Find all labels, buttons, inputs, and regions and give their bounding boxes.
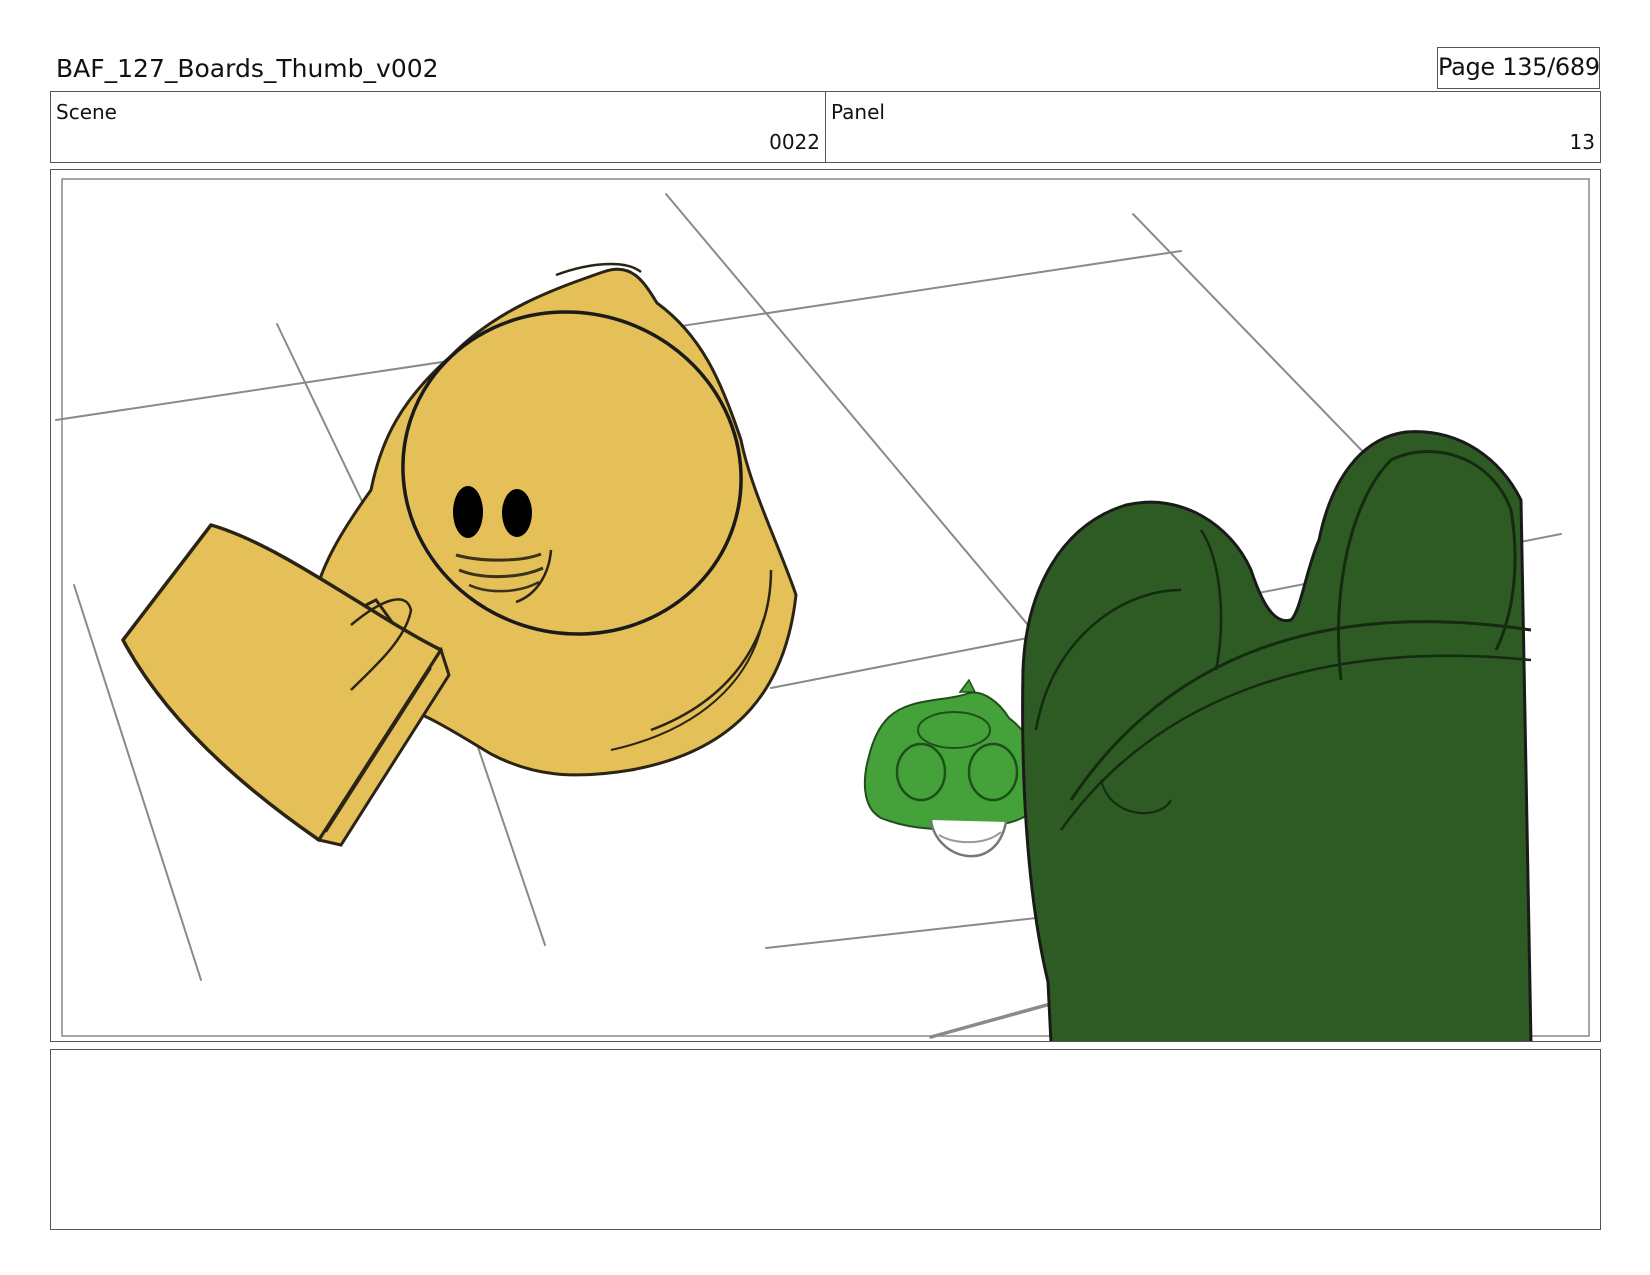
- page-counter: Page 135/689: [1437, 47, 1600, 89]
- storyboard-frame: [50, 169, 1601, 1042]
- scene-number: 0022: [769, 130, 820, 154]
- panel-number: 13: [1569, 130, 1595, 154]
- panel-cell: Panel 13: [826, 92, 1600, 162]
- panel-label: Panel: [831, 100, 885, 124]
- notes-area: [50, 1049, 1601, 1230]
- small-green-character: [863, 678, 1044, 858]
- yellow-character-right-eye: [502, 489, 532, 537]
- yellow-character: [121, 262, 798, 847]
- storyboard-drawing: [55, 178, 1590, 1041]
- document-title: BAF_127_Boards_Thumb_v002: [56, 54, 439, 83]
- scene-panel-info: Scene 0022 Panel 13: [50, 91, 1601, 163]
- yellow-character-left-eye: [453, 486, 483, 538]
- scene-label: Scene: [56, 100, 117, 124]
- large-green-character: [1021, 430, 1533, 1041]
- scene-cell: Scene 0022: [51, 92, 826, 162]
